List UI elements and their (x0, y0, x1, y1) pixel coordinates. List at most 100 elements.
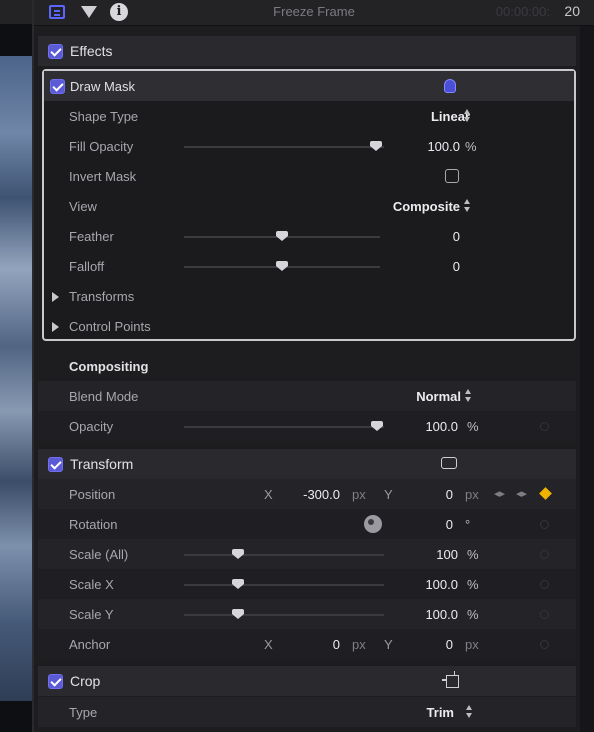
invert-mask-row: Invert Mask (44, 161, 574, 191)
anchor-y-value[interactable]: 0 (446, 637, 453, 652)
opacity-row: Opacity 100.0 % (38, 411, 576, 441)
control-points-label: Control Points (69, 319, 151, 334)
transforms-disclosure-icon[interactable] (52, 292, 59, 302)
position-x-unit: px (352, 487, 366, 502)
crop-type-label: Type (69, 705, 98, 720)
scale-all-slider-thumb[interactable] (232, 549, 244, 559)
transform-checkbox[interactable] (48, 457, 63, 472)
scale-x-value[interactable]: 100.0 (425, 577, 458, 592)
clip-title: Freeze Frame (273, 4, 355, 19)
scale-all-row: Scale (All) 100 % (38, 539, 576, 569)
view-stepper-icon[interactable] (464, 199, 471, 212)
falloff-label: Falloff (69, 259, 105, 274)
previous-keyframe-icon[interactable]: ◂▸ (494, 489, 505, 500)
invert-mask-checkbox[interactable] (445, 169, 459, 183)
blend-mode-label: Blend Mode (69, 389, 139, 404)
blend-mode-popup[interactable]: Normal (416, 389, 461, 404)
fill-opacity-unit: % (465, 139, 477, 154)
feather-row: Feather 0 (44, 221, 574, 251)
effects-checkbox[interactable] (48, 44, 63, 59)
scale-x-label: Scale X (69, 577, 114, 592)
compositing-header: Compositing (38, 351, 568, 381)
anchor-y-unit: px (465, 637, 479, 652)
position-row: Position X -300.0 px Y 0 px ◂▸ ◂▸ (38, 479, 576, 509)
rotation-dial[interactable] (364, 515, 382, 533)
scale-all-label: Scale (All) (69, 547, 129, 562)
scale-y-row: Scale Y 100.0 % (38, 599, 576, 629)
view-popup[interactable]: Composite (393, 199, 460, 214)
crop-type-stepper-icon[interactable] (466, 705, 473, 718)
blend-mode-stepper-icon[interactable] (465, 389, 472, 402)
position-x-label: X (264, 487, 273, 502)
filter-icon[interactable] (80, 3, 98, 21)
opacity-value[interactable]: 100.0 (425, 419, 458, 434)
shape-type-row: Shape Type Linear (44, 101, 574, 131)
mask-icon[interactable] (444, 79, 456, 93)
falloff-slider-thumb[interactable] (276, 261, 288, 271)
scale-y-slider[interactable] (184, 614, 384, 616)
scale-y-label: Scale Y (69, 607, 114, 622)
fill-opacity-row: Fill Opacity 100.0 % (44, 131, 574, 161)
anchor-y-label: Y (384, 637, 393, 652)
rotation-keyframe-button[interactable] (540, 520, 549, 529)
scale-all-slider[interactable] (184, 554, 384, 556)
opacity-label: Opacity (69, 419, 114, 434)
video-inspector-icon[interactable] (48, 3, 66, 21)
control-points-row[interactable]: Control Points (44, 311, 574, 341)
scale-x-row: Scale X 100.0 % (38, 569, 576, 599)
fill-opacity-slider[interactable] (184, 146, 384, 148)
invert-mask-label: Invert Mask (69, 169, 137, 184)
falloff-value[interactable]: 0 (453, 259, 460, 274)
next-keyframe-icon[interactable]: ◂▸ (516, 489, 527, 500)
draw-mask-checkbox[interactable] (50, 79, 65, 94)
scale-x-keyframe-button[interactable] (540, 580, 549, 589)
video-frame-preview (0, 56, 34, 701)
anchor-x-unit: px (352, 637, 366, 652)
fill-opacity-slider-thumb[interactable] (370, 141, 382, 151)
inspector-panel: i Freeze Frame 00:00:00: 20 Effects Draw… (34, 0, 594, 732)
scale-y-value[interactable]: 100.0 (425, 607, 458, 622)
inspector-scrollbar-track[interactable] (580, 26, 594, 732)
transforms-row[interactable]: Transforms (44, 281, 574, 311)
position-y-unit: px (465, 487, 479, 502)
timecode-dim: 00:00:00: (495, 4, 550, 19)
feather-slider-thumb[interactable] (276, 231, 288, 241)
info-icon[interactable]: i (110, 3, 128, 21)
falloff-row: Falloff 0 (44, 251, 574, 281)
scale-y-slider-thumb[interactable] (232, 609, 244, 619)
fill-opacity-value[interactable]: 100.0 (427, 139, 460, 154)
feather-value[interactable]: 0 (453, 229, 460, 244)
scale-all-keyframe-button[interactable] (540, 550, 549, 559)
crop-onscreen-icon[interactable] (442, 671, 459, 688)
keyframe-diamond-icon[interactable] (539, 487, 552, 500)
draw-mask-panel: Draw Mask Shape Type Linear Fill Opacity… (42, 69, 576, 341)
rotation-row: Rotation 0 ° (38, 509, 576, 539)
opacity-slider[interactable] (184, 426, 384, 428)
draw-mask-label: Draw Mask (70, 79, 136, 94)
position-x-value[interactable]: -300.0 (303, 487, 340, 502)
opacity-slider-thumb[interactable] (371, 421, 383, 431)
scale-all-value[interactable]: 100 (436, 547, 458, 562)
scale-x-unit: % (467, 577, 479, 592)
scale-x-slider[interactable] (184, 584, 384, 586)
shape-type-stepper-icon[interactable] (464, 109, 471, 122)
control-points-disclosure-icon[interactable] (52, 322, 59, 332)
opacity-keyframe-button[interactable] (540, 422, 549, 431)
crop-type-popup[interactable]: Trim (427, 705, 454, 720)
anchor-keyframe-button[interactable] (540, 640, 549, 649)
transform-onscreen-icon[interactable] (441, 457, 457, 469)
anchor-x-label: X (264, 637, 273, 652)
crop-type-row: Type Trim (38, 697, 576, 727)
rotation-unit: ° (465, 517, 471, 532)
opacity-unit: % (467, 419, 479, 434)
position-y-value[interactable]: 0 (446, 487, 453, 502)
blend-mode-row: Blend Mode Normal (38, 381, 576, 411)
anchor-x-value[interactable]: 0 (333, 637, 340, 652)
scale-x-slider-thumb[interactable] (232, 579, 244, 589)
rotation-value[interactable]: 0 (446, 517, 453, 532)
anchor-row: Anchor X 0 px Y 0 px (38, 629, 576, 659)
viewer-topbar (0, 0, 34, 24)
rotation-label: Rotation (69, 517, 118, 532)
scale-y-keyframe-button[interactable] (540, 610, 549, 619)
crop-checkbox[interactable] (48, 674, 63, 689)
